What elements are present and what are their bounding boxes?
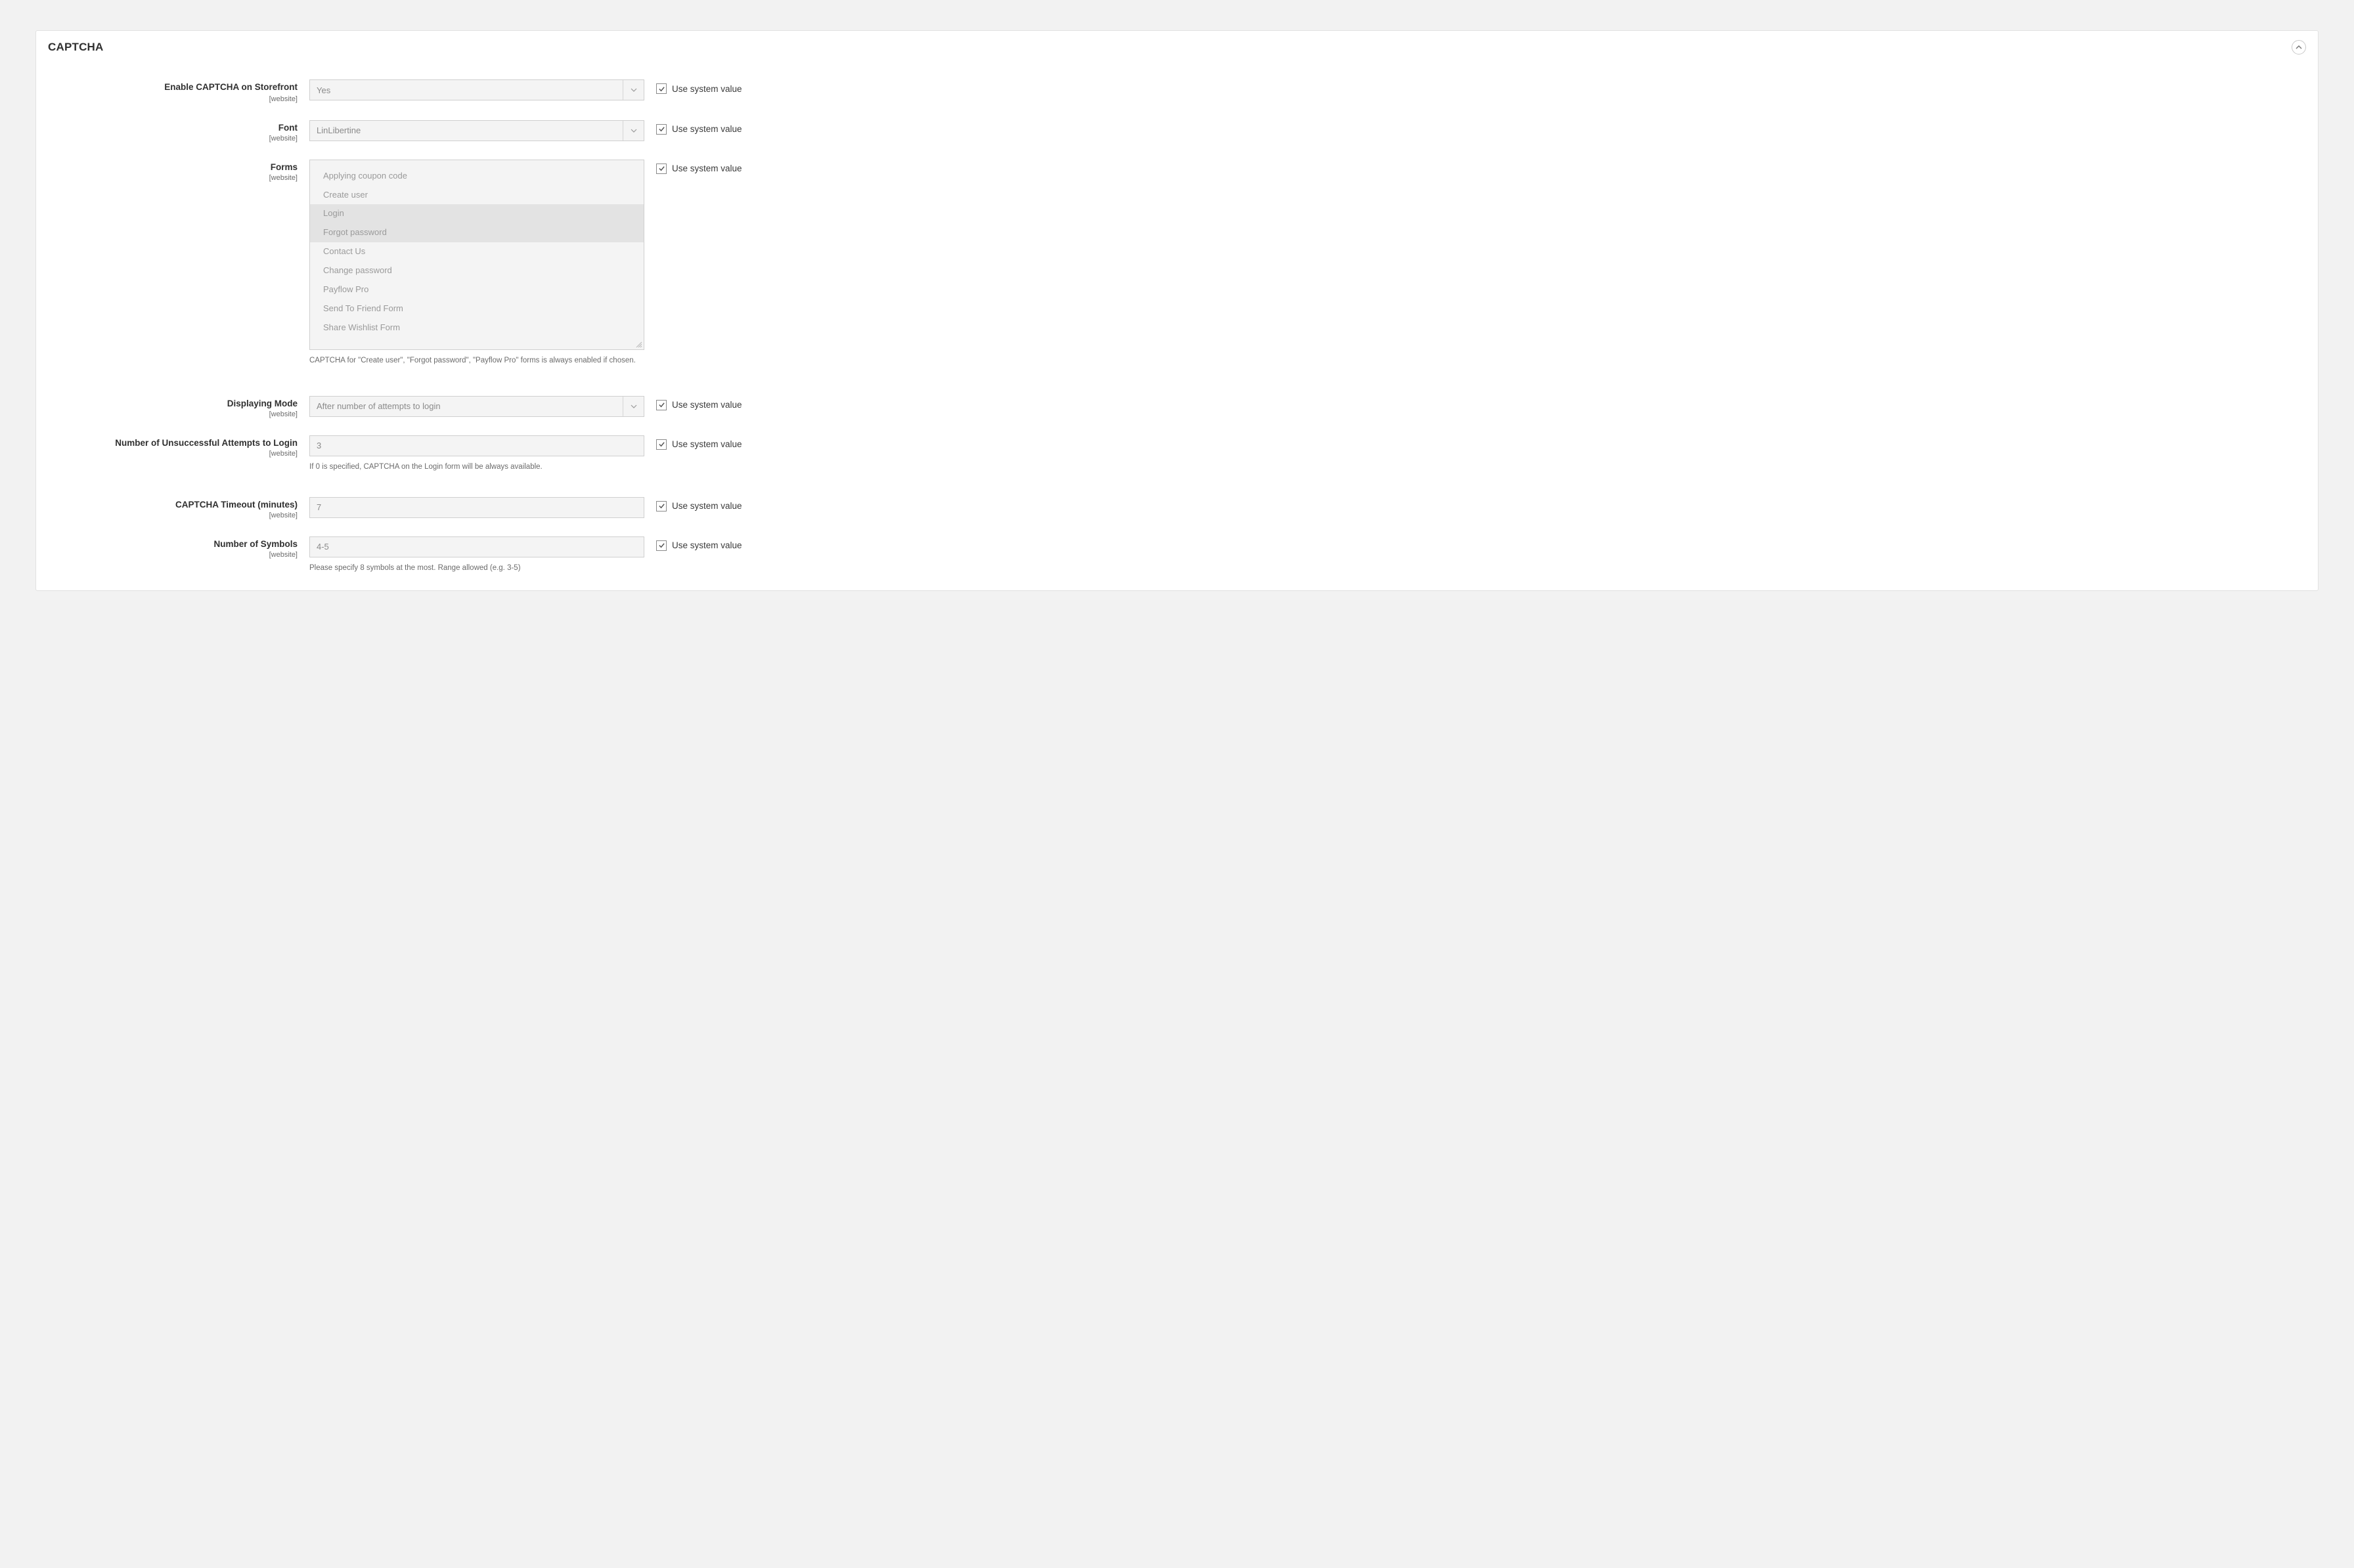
use-system-value-label: Use system value — [672, 124, 742, 134]
chevron-down-icon — [623, 397, 644, 416]
displaying-mode-use-system-checkbox[interactable] — [656, 400, 667, 410]
chevron-up-icon — [2296, 43, 2302, 53]
displaying-mode-label: Displaying Mode — [48, 399, 298, 410]
attempts-scope: [website] — [48, 450, 298, 458]
timeout-input[interactable]: 7 — [309, 497, 644, 518]
chevron-down-icon — [623, 80, 644, 100]
attempts-label: Number of Unsuccessful Attempts to Login — [48, 438, 298, 449]
forms-option[interactable]: Contact Us — [310, 242, 644, 261]
panel-title: CAPTCHA — [48, 41, 104, 54]
symbols-label: Number of Symbols — [48, 539, 298, 550]
timeout-scope: [website] — [48, 512, 298, 519]
symbols-help-note: Please specify 8 symbols at the most. Ra… — [309, 563, 644, 573]
use-system-value-label: Use system value — [672, 400, 742, 410]
row-displaying-mode: Displaying Mode [website] After number o… — [48, 391, 2299, 424]
font-use-system-checkbox[interactable] — [656, 124, 667, 135]
forms-option[interactable]: Send To Friend Form — [310, 299, 644, 318]
chevron-down-icon — [623, 121, 644, 141]
enable-captcha-use-system-checkbox[interactable] — [656, 83, 667, 94]
font-scope: [website] — [48, 135, 298, 142]
enable-captcha-label: Enable CAPTCHA on Storefront — [48, 82, 298, 93]
use-system-value-label: Use system value — [672, 439, 742, 449]
enable-captcha-value: Yes — [317, 85, 623, 95]
forms-option[interactable]: Login — [310, 204, 644, 223]
symbols-scope: [website] — [48, 551, 298, 559]
displaying-mode-value: After number of attempts to login — [317, 401, 623, 411]
font-value: LinLibertine — [317, 125, 623, 135]
forms-option[interactable]: Payflow Pro — [310, 280, 644, 299]
use-system-value-label: Use system value — [672, 163, 742, 173]
forms-option[interactable]: Change password — [310, 261, 644, 280]
forms-scope: [website] — [48, 174, 298, 182]
enable-captcha-scope: [website] — [269, 95, 298, 103]
enable-captcha-select[interactable]: Yes — [309, 79, 644, 100]
timeout-use-system-checkbox[interactable] — [656, 501, 667, 512]
forms-option[interactable]: Share Wishlist Form — [310, 318, 644, 338]
forms-help-note: CAPTCHA for "Create user", "Forgot passw… — [309, 355, 644, 366]
forms-use-system-checkbox[interactable] — [656, 163, 667, 174]
use-system-value-label: Use system value — [672, 501, 742, 511]
use-system-value-label: Use system value — [672, 84, 742, 94]
forms-option[interactable]: Forgot password — [310, 223, 644, 242]
row-font: Font [website] LinLibertine Use sy — [48, 115, 2299, 148]
collapse-button[interactable] — [2292, 40, 2306, 54]
forms-option[interactable]: Applying coupon code — [310, 167, 644, 186]
displaying-mode-scope: [website] — [48, 410, 298, 418]
attempts-use-system-checkbox[interactable] — [656, 439, 667, 450]
attempts-value: 3 — [317, 441, 321, 450]
use-system-value-label: Use system value — [672, 540, 742, 550]
row-attempts: Number of Unsuccessful Attempts to Login… — [48, 430, 2299, 477]
symbols-value: 4-5 — [317, 542, 329, 552]
font-select[interactable]: LinLibertine — [309, 120, 644, 141]
attempts-help-note: If 0 is specified, CAPTCHA on the Login … — [309, 462, 644, 472]
timeout-label: CAPTCHA Timeout (minutes) — [48, 500, 298, 511]
resize-handle-icon[interactable] — [634, 340, 642, 348]
row-symbols: Number of Symbols [website] 4-5 Please s… — [48, 531, 2299, 578]
forms-label: Forms — [48, 162, 298, 173]
symbols-use-system-checkbox[interactable] — [656, 540, 667, 551]
symbols-input[interactable]: 4-5 — [309, 536, 644, 557]
timeout-value: 7 — [317, 502, 321, 512]
row-forms: Forms [website] Applying coupon codeCrea… — [48, 154, 2299, 371]
row-enable-captcha: Enable CAPTCHA on Storefront [website] Y… — [48, 74, 2299, 108]
displaying-mode-select[interactable]: After number of attempts to login — [309, 396, 644, 417]
forms-multiselect[interactable]: Applying coupon codeCreate userLoginForg… — [309, 160, 644, 350]
attempts-input[interactable]: 3 — [309, 435, 644, 456]
row-timeout: CAPTCHA Timeout (minutes) [website] 7 Us… — [48, 492, 2299, 525]
font-label: Font — [48, 123, 298, 134]
forms-option[interactable]: Create user — [310, 186, 644, 205]
captcha-panel: CAPTCHA Enable CAPTCHA on Storefront [we… — [35, 30, 2319, 591]
